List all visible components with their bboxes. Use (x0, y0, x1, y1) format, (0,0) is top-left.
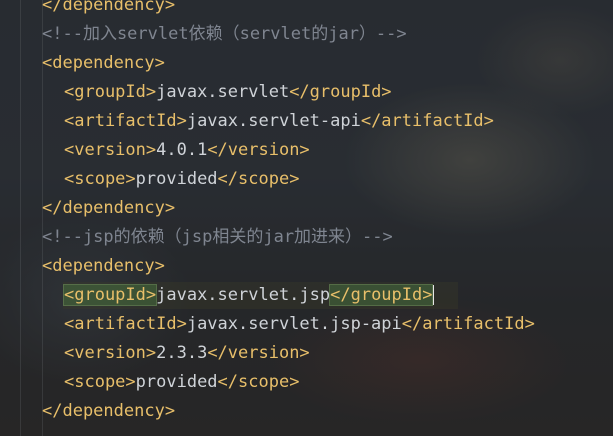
xml-text: 2.3.3 (156, 343, 208, 363)
xml-tag: <scope> (64, 372, 136, 392)
xml-tag: </groupId> (289, 82, 392, 102)
code-line[interactable]: <!--加入servlet依赖（servlet的jar）--> (42, 20, 407, 49)
code-line[interactable]: <version>2.3.3</version> (64, 339, 310, 368)
xml-text: provided (135, 372, 218, 392)
code-line[interactable]: <!--jsp的依赖（jsp相关的jar加进来）--> (42, 223, 393, 252)
xml-text: javax.servlet.jsp-api (186, 314, 402, 334)
xml-text: javax.servlet.jsp (156, 285, 331, 305)
xml-tag: </artifactId> (360, 111, 494, 131)
xml-tag: </version> (207, 140, 310, 160)
code-line[interactable]: <artifactId>javax.servlet-api</artifactI… (64, 107, 494, 136)
code-editor[interactable]: </dependency> <!--加入servlet依赖（servlet的jar… (0, 0, 613, 436)
xml-tag: <dependency> (42, 53, 165, 73)
matched-tag-highlight: <groupId> (62, 284, 158, 306)
code-line[interactable]: </dependency> (42, 0, 175, 20)
xml-tag: </version> (207, 343, 310, 363)
xml-tag: </dependency> (42, 198, 176, 218)
text-caret (433, 285, 435, 305)
code-line[interactable]: </dependency> (42, 194, 175, 223)
xml-text: 4.0.1 (156, 140, 208, 160)
xml-tag: </scope> (217, 372, 300, 392)
matched-tag-highlight: </groupId> (329, 284, 434, 306)
xml-tag: </dependency> (42, 401, 176, 421)
xml-comment: <!--jsp的依赖（jsp相关的jar加进来）--> (42, 227, 393, 247)
code-line[interactable]: <version>4.0.1</version> (64, 136, 310, 165)
xml-tag: <version> (64, 140, 157, 160)
xml-tag: <scope> (64, 169, 136, 189)
xml-tag: <version> (64, 343, 157, 363)
code-line[interactable]: <scope>provided</scope> (64, 368, 299, 397)
code-line[interactable]: <dependency> (42, 49, 165, 78)
code-line[interactable]: <dependency> (42, 252, 165, 281)
xml-comment: <!--加入servlet依赖（servlet的jar）--> (42, 24, 407, 44)
xml-tag: <groupId> (64, 82, 157, 102)
code-line[interactable]: <scope>provided</scope> (64, 165, 299, 194)
xml-tag: <dependency> (42, 256, 165, 276)
code-line[interactable]: <artifactId>javax.servlet.jsp-api</artif… (64, 310, 535, 339)
xml-tag: <artifactId> (64, 314, 187, 334)
code-line[interactable]: </dependency> (42, 397, 175, 426)
xml-tag: </scope> (217, 169, 300, 189)
xml-text: javax.servlet-api (186, 111, 361, 131)
xml-tag: </artifactId> (401, 314, 535, 334)
xml-tag: </dependency> (42, 0, 176, 15)
code-line[interactable]: <groupId>javax.servlet.jsp</groupId> (62, 281, 435, 310)
xml-text: javax.servlet (156, 82, 290, 102)
code-line[interactable]: <groupId>javax.servlet</groupId> (64, 78, 392, 107)
xml-tag: <artifactId> (64, 111, 187, 131)
xml-text: provided (135, 169, 218, 189)
